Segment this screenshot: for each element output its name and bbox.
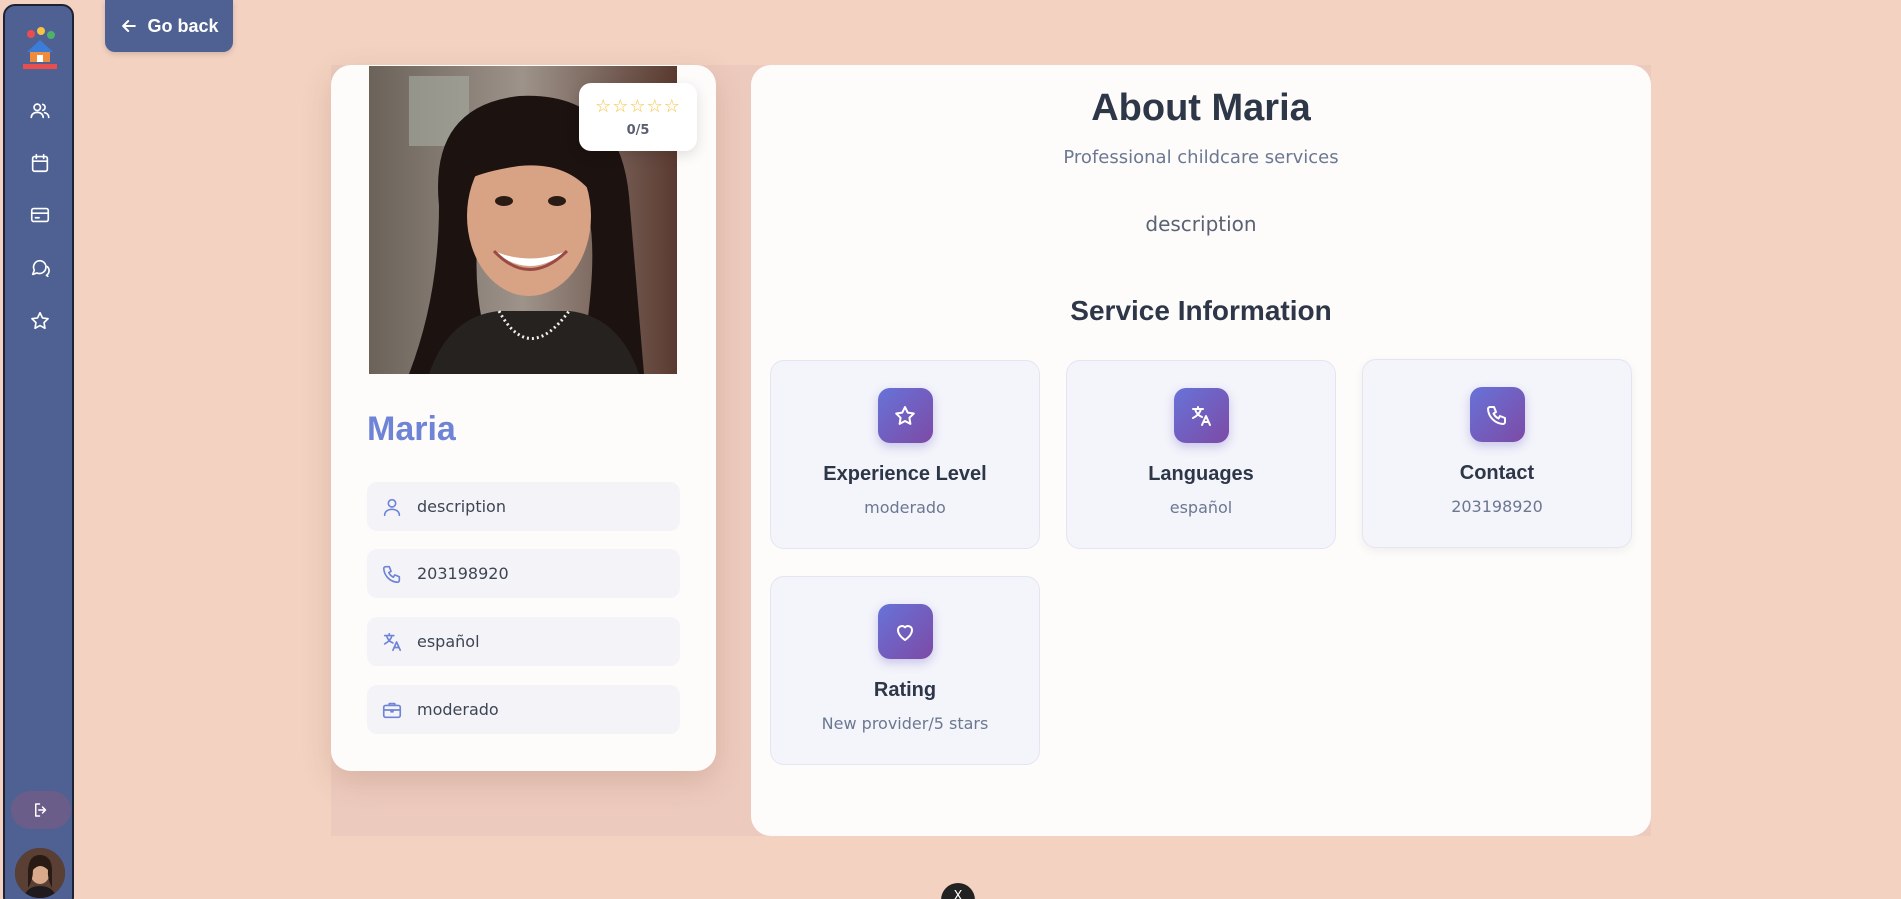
briefcase-icon (382, 702, 402, 718)
go-back-button[interactable]: Go back (105, 0, 233, 52)
info-row-phone: 203198920 (367, 549, 680, 598)
user-icon (383, 498, 401, 516)
heart-icon (877, 604, 933, 659)
rating-text: 0/5 (626, 123, 650, 138)
service-value: español (1169, 498, 1233, 517)
rating-badge: ☆☆☆☆☆ 0/5 (579, 83, 697, 151)
sidebar (3, 4, 74, 899)
phone-icon (382, 565, 401, 583)
info-experience: moderado (417, 700, 499, 719)
phone-icon (1469, 387, 1525, 442)
service-label: Languages (1148, 463, 1254, 485)
info-row-experience: moderado (367, 685, 680, 734)
profile-name: Maria (367, 410, 456, 448)
star-icon (877, 388, 933, 443)
service-value: New provider/5 stars (821, 714, 989, 733)
info-row-language: español (367, 617, 680, 666)
service-info-title: Service Information (1070, 295, 1332, 326)
service-card-contact: Contact 203198920 (1362, 359, 1632, 548)
arrow-left-icon (122, 20, 137, 32)
service-card-experience: Experience Level moderado (770, 360, 1040, 549)
app-logo[interactable] (21, 26, 59, 70)
logout-icon (35, 803, 47, 817)
user-avatar[interactable] (15, 848, 65, 898)
logout-button[interactable] (11, 791, 71, 829)
messages-icon[interactable] (29, 257, 51, 279)
star-icon[interactable] (29, 310, 51, 332)
about-subtitle: Professional childcare services (1063, 147, 1339, 168)
about-description: description (1145, 212, 1257, 236)
language-icon (383, 632, 402, 651)
floating-badge[interactable]: X (941, 883, 975, 899)
service-label: Rating (873, 679, 937, 701)
rating-stars: ☆☆☆☆☆ (595, 96, 681, 117)
profile-card: ☆☆☆☆☆ 0/5 Maria description 203198920 es… (331, 65, 716, 771)
credit-card-icon[interactable] (29, 204, 51, 226)
users-icon[interactable] (29, 100, 51, 122)
floating-badge-label: X (953, 889, 963, 899)
about-title: About Maria (1091, 87, 1311, 129)
language-icon (1173, 388, 1229, 443)
service-card-rating: Rating New provider/5 stars (770, 576, 1040, 765)
info-language: español (417, 632, 480, 651)
info-phone: 203198920 (417, 564, 509, 583)
about-card: About Maria Professional childcare servi… (751, 65, 1651, 836)
info-description: description (417, 497, 506, 516)
service-value: 203198920 (1451, 497, 1543, 516)
info-row-description: description (367, 482, 680, 531)
go-back-label: Go back (147, 15, 219, 36)
service-label: Experience Level (823, 463, 987, 485)
service-card-languages: Languages español (1066, 360, 1336, 549)
service-value: moderado (864, 498, 946, 517)
service-label: Contact (1459, 462, 1535, 484)
calendar-icon[interactable] (29, 152, 51, 174)
